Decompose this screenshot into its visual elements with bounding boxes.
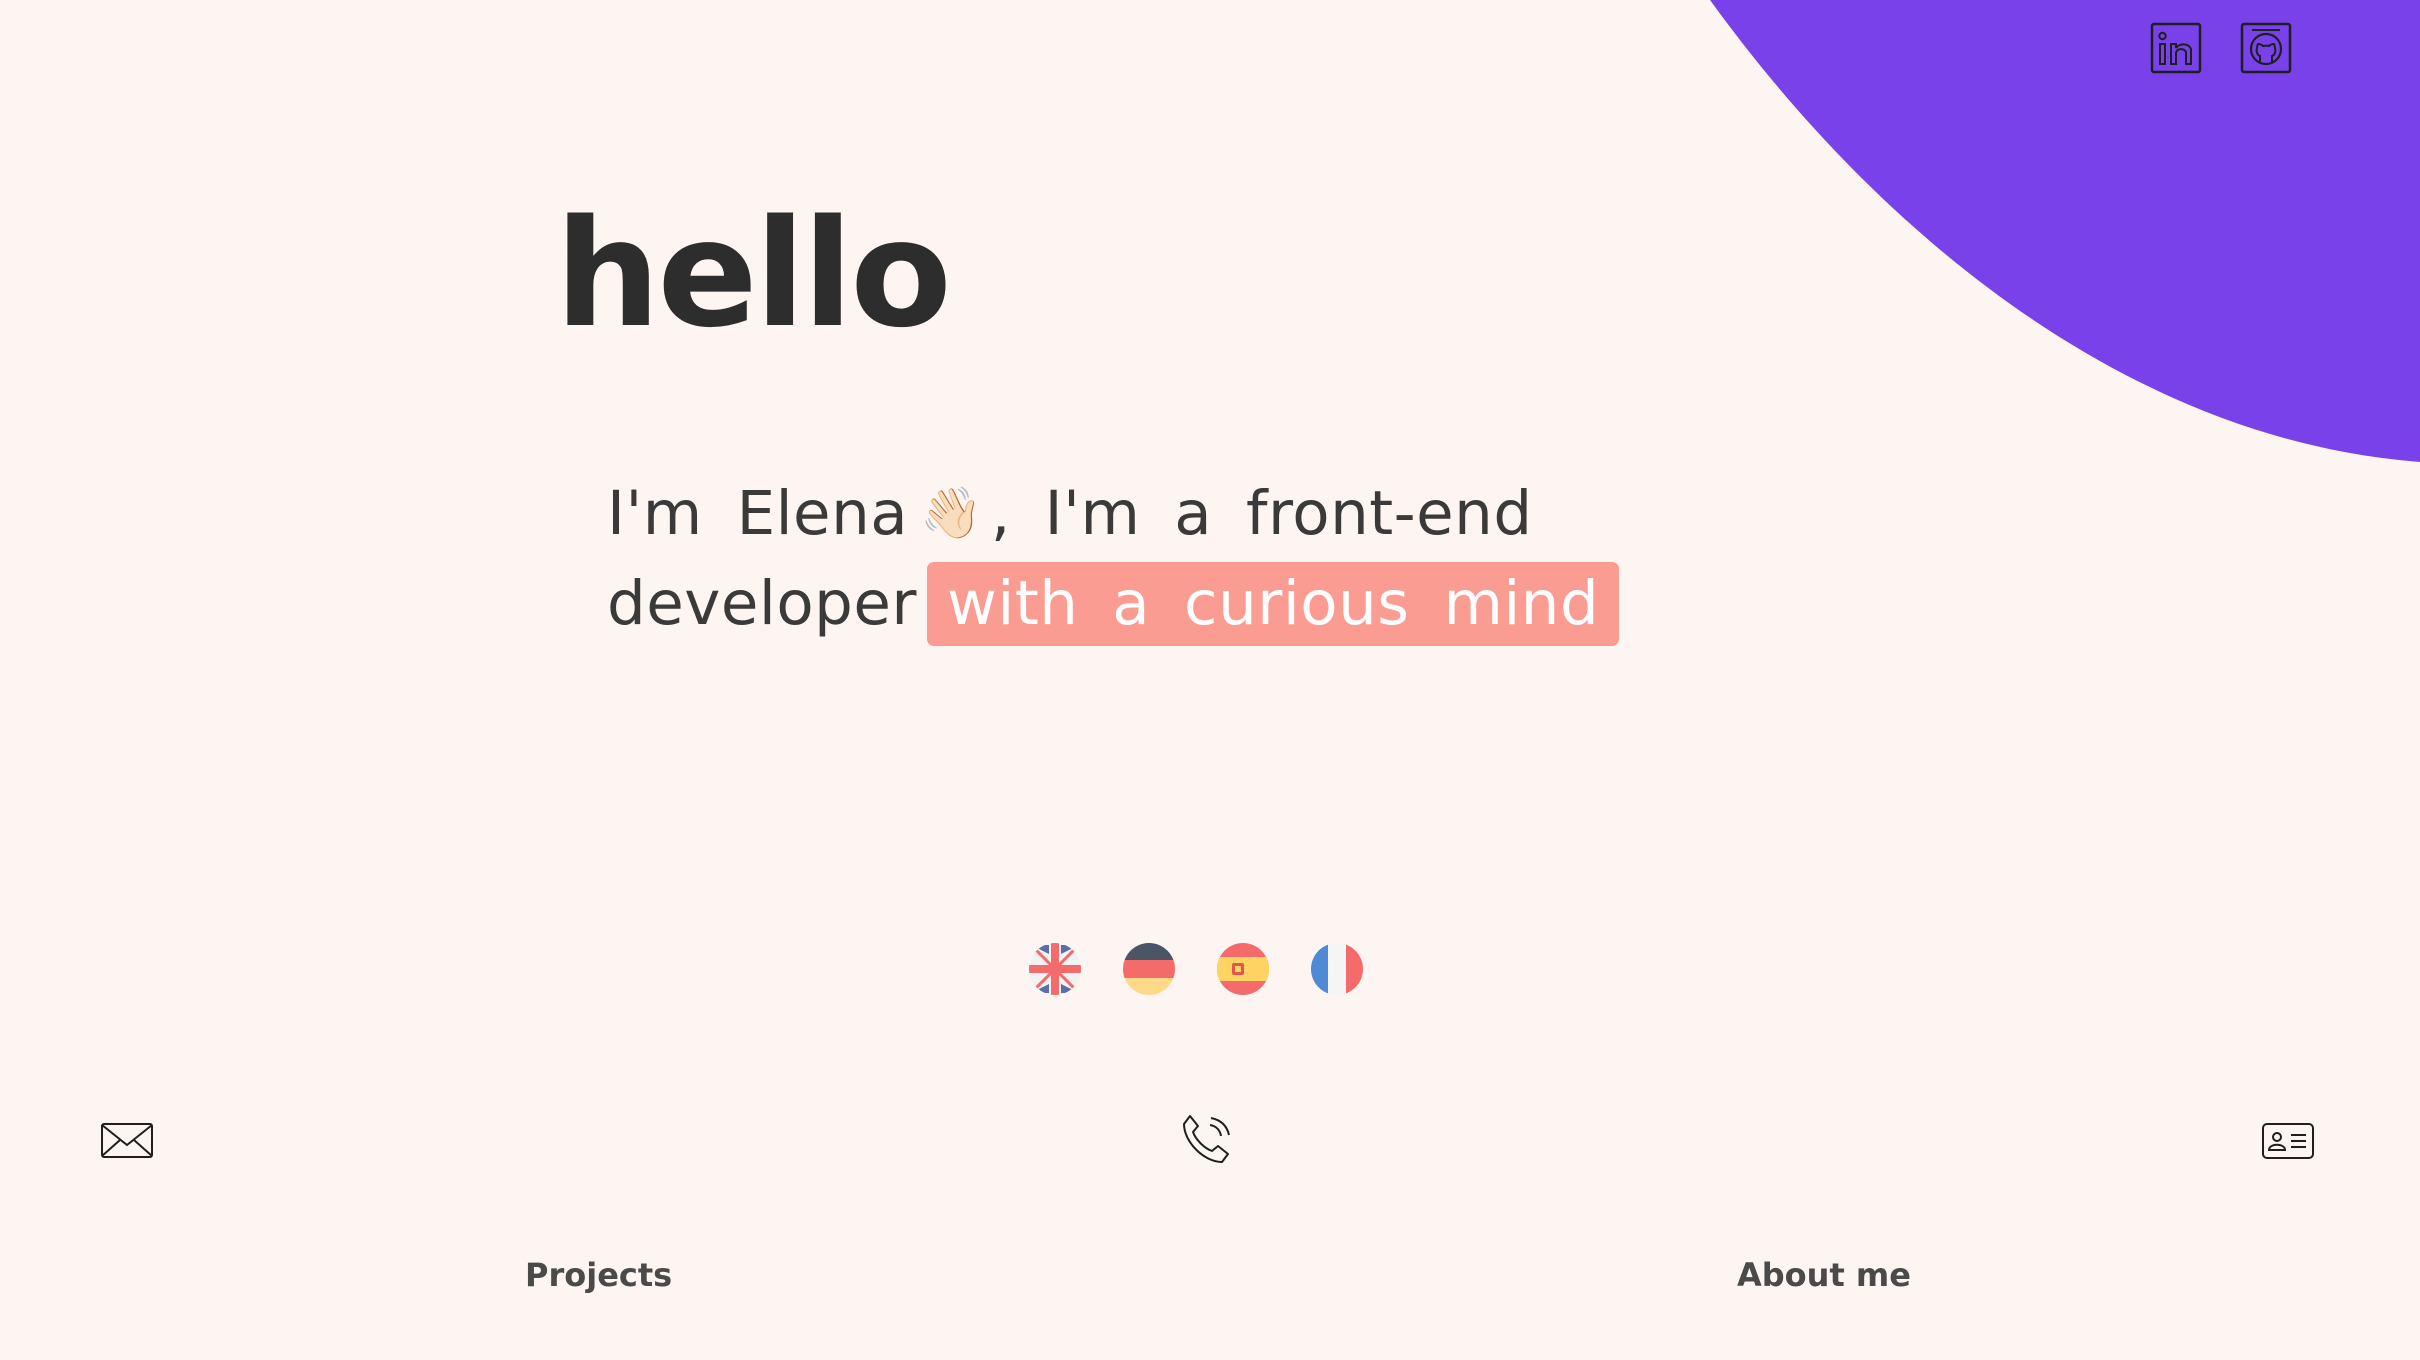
france-flag-icon	[1310, 942, 1364, 996]
projects-link[interactable]: Projects	[525, 1256, 672, 1294]
wave-hand-icon: 👋🏻	[920, 484, 983, 542]
linkedin-icon	[2150, 22, 2202, 74]
language-french-button[interactable]	[1310, 942, 1364, 996]
germany-flag-icon	[1122, 942, 1176, 996]
language-german-button[interactable]	[1122, 942, 1176, 996]
github-icon	[2240, 22, 2292, 74]
language-spanish-button[interactable]	[1216, 942, 1270, 996]
intro-highlight: with a curious mind	[926, 562, 1620, 646]
contact-card-icon	[2260, 1112, 2316, 1168]
mail-icon	[99, 1112, 155, 1168]
intro-name: I'm Elena	[607, 478, 909, 549]
uk-flag-icon	[1028, 942, 1082, 996]
github-link[interactable]	[2240, 22, 2292, 74]
contact-card-link[interactable]	[2260, 1112, 2316, 1168]
linkedin-link[interactable]	[2150, 22, 2202, 74]
phone-link[interactable]	[1178, 1112, 1234, 1168]
greeting-heading: hello	[555, 188, 952, 360]
phone-icon	[1178, 1112, 1234, 1168]
language-english-button[interactable]	[1028, 942, 1082, 996]
about-me-link[interactable]: About me	[1737, 1256, 1911, 1294]
spain-flag-icon	[1216, 942, 1270, 996]
intro-text: I'm Elena 👋🏻, I'm a front-end developer wi…	[607, 468, 1707, 649]
email-link[interactable]	[99, 1112, 155, 1168]
